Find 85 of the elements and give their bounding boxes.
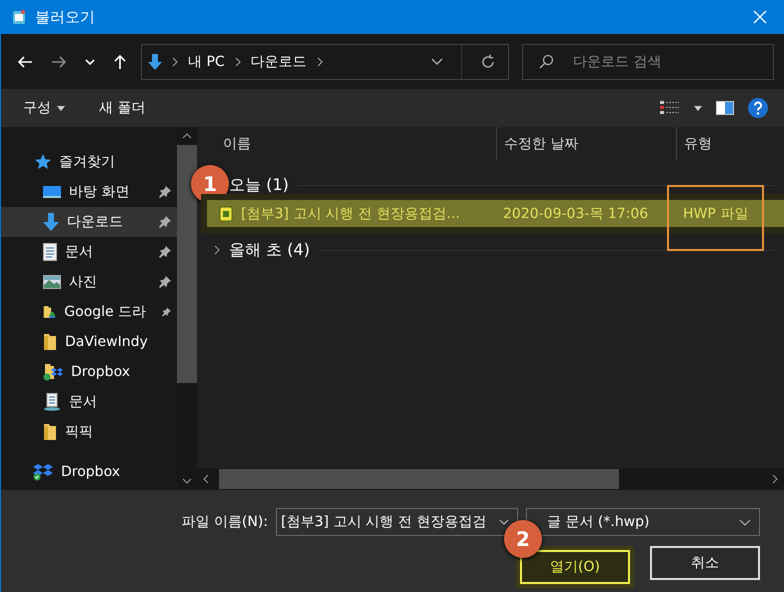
- nav-label: 바탕 화면: [69, 183, 130, 201]
- new-folder-button[interactable]: 새 폴더: [89, 95, 156, 121]
- dropbox-icon: [33, 463, 53, 481]
- chevron-right-icon: [172, 56, 178, 66]
- nav-label: 즐겨찾기: [59, 153, 115, 171]
- window-title: 불러오기: [35, 8, 96, 26]
- number-badge: 2: [504, 520, 542, 558]
- picture-icon: [43, 275, 61, 289]
- refresh-icon[interactable]: [480, 54, 496, 70]
- folder-icon: [43, 303, 56, 321]
- scroll-down-icon[interactable]: [182, 478, 192, 484]
- up-icon[interactable]: [113, 54, 127, 70]
- desktop-icon: [43, 185, 61, 199]
- download-icon: [43, 213, 59, 231]
- preview-pane-icon[interactable]: [716, 101, 734, 115]
- pin-icon[interactable]: [159, 276, 171, 288]
- scrollbar[interactable]: [197, 468, 784, 490]
- file-name: [첨부3] 고시 시행 전 현장용접검...: [241, 204, 460, 222]
- type-cell-text: HWP 파일: [682, 204, 750, 222]
- nav-label: DaViewIndy: [65, 334, 148, 350]
- file-name-label: 파일 이름(N):: [181, 513, 268, 531]
- nav-item[interactable]: 문서: [1, 237, 177, 267]
- nav-label: 문서: [69, 393, 97, 411]
- nav-label: Google 드라: [64, 303, 146, 321]
- file-name-field[interactable]: [첨부3] 고시 시행 전 현장용접검: [276, 508, 518, 536]
- caret-icon: [57, 106, 65, 110]
- caret-icon[interactable]: [694, 106, 702, 110]
- download-icon: [148, 54, 162, 70]
- nav-item[interactable]: 다운로드: [1, 207, 177, 237]
- cancel-button[interactable]: 취소: [650, 546, 760, 580]
- nav-label: 문서: [65, 243, 93, 261]
- nav-label: 사진: [69, 273, 97, 291]
- nav-label: 픽픽: [65, 423, 93, 441]
- column-header[interactable]: 수정한 날짜: [496, 127, 676, 160]
- breadcrumb[interactable]: 다운로드: [250, 52, 307, 70]
- group-header[interactable]: 올해 초 (4): [229, 240, 310, 260]
- help-icon[interactable]: [748, 98, 768, 118]
- nav-item[interactable]: 문서: [1, 387, 177, 417]
- search-icon: [538, 54, 554, 70]
- search-field[interactable]: 다운로드 검색: [522, 44, 774, 80]
- nav-item[interactable]: 픽픽: [1, 417, 177, 447]
- folder-icon: [43, 423, 57, 441]
- view-options-icon[interactable]: [660, 101, 680, 115]
- organize-button[interactable]: 구성: [13, 95, 75, 121]
- date-cell-text: 2020-09-03-목 17:06: [502, 204, 650, 222]
- scroll-left-icon[interactable]: [203, 474, 209, 484]
- document-icon: [43, 243, 57, 261]
- dropbox-folder-icon: [43, 363, 63, 381]
- chevron-down-icon[interactable]: [499, 519, 509, 525]
- nav-item[interactable]: Google 드라: [1, 297, 177, 327]
- pin-icon[interactable]: [162, 306, 171, 318]
- folder-icon: [43, 333, 57, 351]
- nav-item[interactable]: Dropbox: [1, 457, 177, 487]
- nav-item[interactable]: Dropbox: [1, 357, 177, 387]
- nav-label: Dropbox: [71, 364, 130, 380]
- pin-icon[interactable]: [159, 246, 171, 258]
- network-document-icon: [43, 393, 61, 411]
- breadcrumb[interactable]: 내 PC: [188, 52, 225, 70]
- chevron-right-icon: [316, 56, 323, 66]
- nav-item[interactable]: DaViewIndy: [1, 327, 177, 357]
- nav-label: 다운로드: [67, 213, 123, 231]
- column-header[interactable]: 이름: [197, 127, 496, 160]
- forward-icon[interactable]: [51, 54, 67, 68]
- chevron-right-icon: [234, 56, 241, 66]
- scroll-right-icon[interactable]: [772, 474, 778, 484]
- document-icon: [219, 206, 233, 222]
- pin-icon[interactable]: [159, 216, 171, 228]
- nav-item[interactable]: 사진: [1, 267, 177, 297]
- close-icon[interactable]: [753, 10, 767, 24]
- scroll-up-icon[interactable]: [182, 133, 192, 139]
- address-bar[interactable]: 내 PC 다운로드: [141, 44, 509, 80]
- star-icon: [33, 154, 51, 170]
- pin-icon[interactable]: [159, 186, 171, 198]
- nav-item[interactable]: 바탕 화면: [1, 177, 177, 207]
- chevron-icon[interactable]: [213, 245, 221, 255]
- group-header[interactable]: 오늘 (1): [229, 174, 289, 196]
- column-header[interactable]: 유형: [676, 127, 784, 160]
- nav-item[interactable]: 즐겨찾기: [1, 147, 177, 177]
- open-button[interactable]: 열기(O): [520, 550, 630, 584]
- chevron-down-icon[interactable]: [739, 518, 751, 526]
- app-icon: [11, 9, 27, 25]
- file-name-value: [첨부3] 고시 시행 전 현장용접검: [281, 513, 487, 531]
- back-icon[interactable]: [17, 54, 33, 68]
- chevron-down-icon[interactable]: [431, 58, 443, 66]
- nav-label: Dropbox: [61, 464, 120, 480]
